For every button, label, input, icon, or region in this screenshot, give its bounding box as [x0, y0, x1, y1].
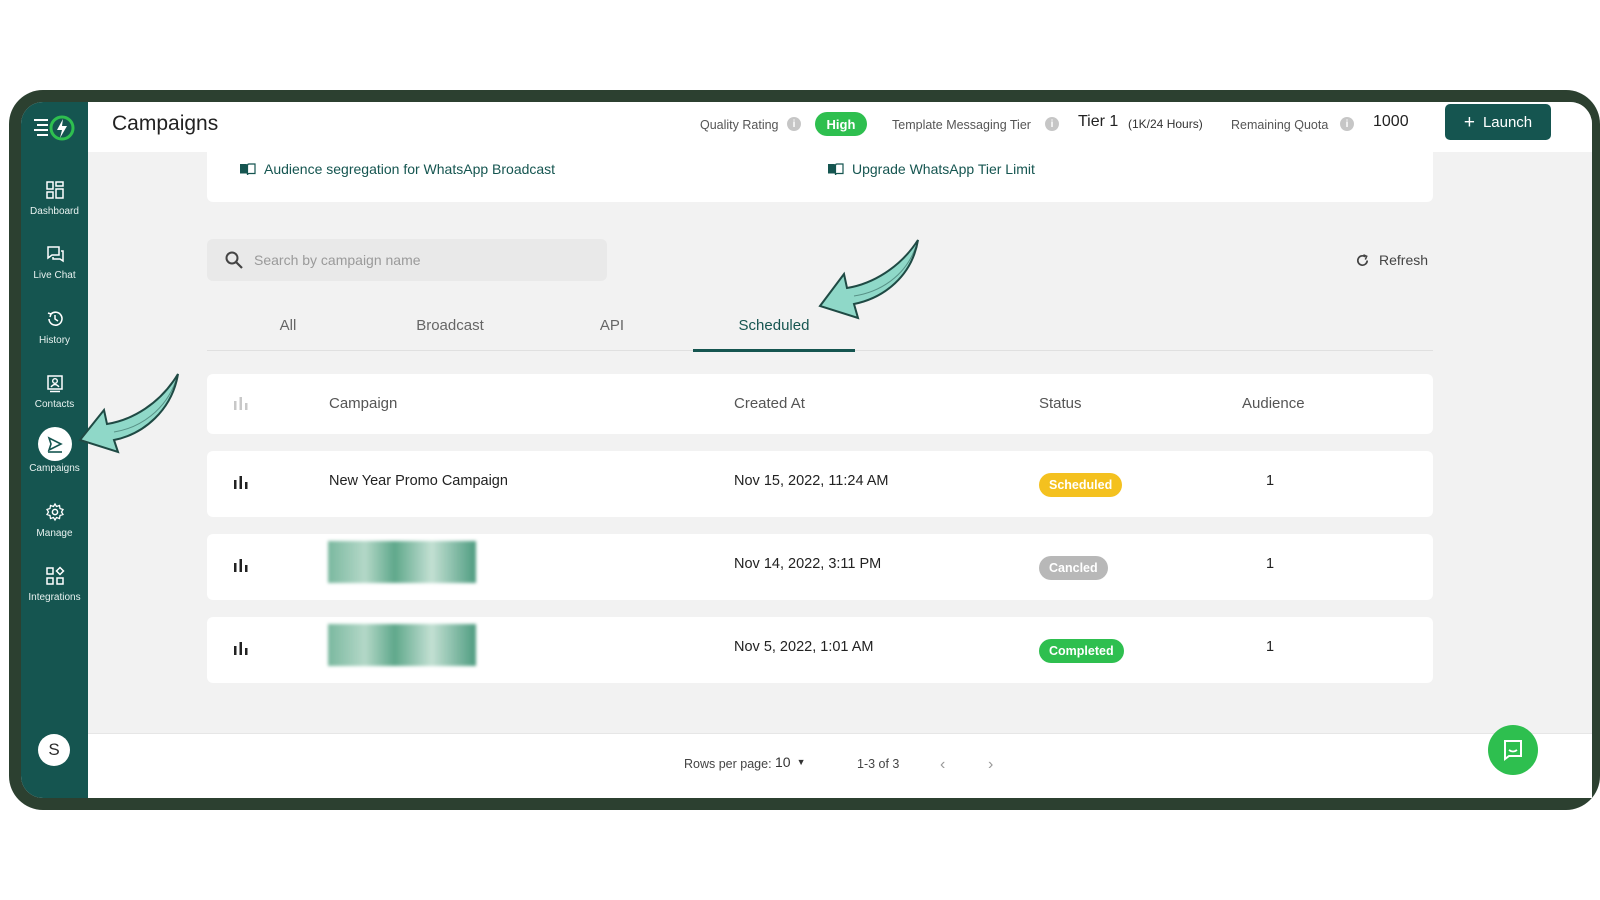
resource-link-label: Upgrade WhatsApp Tier Limit — [852, 161, 1035, 177]
remaining-quota-value: 1000 — [1373, 113, 1409, 130]
annotation-arrow-icon — [818, 239, 919, 320]
stats-icon[interactable] — [233, 641, 249, 655]
device-frame: Dashboard Live Chat History Contacts Cam… — [9, 90, 1600, 810]
created-at: Nov 5, 2022, 1:01 AM — [734, 639, 874, 655]
status-badge: Cancled — [1039, 556, 1108, 580]
chevron-right-icon[interactable]: › — [988, 756, 993, 774]
created-at: Nov 14, 2022, 3:11 PM — [734, 556, 882, 572]
column-header-audience: Audience — [1242, 395, 1305, 412]
blurred-campaign-name — [328, 624, 476, 666]
table-row[interactable]: Nov 5, 2022, 1:01 AM Completed 1 — [207, 617, 1433, 683]
gear-icon — [45, 502, 64, 522]
page-title: Campaigns — [112, 112, 219, 135]
sidebar-item-label: History — [38, 335, 71, 346]
sidebar-item-label: Campaigns — [29, 463, 80, 474]
sidebar-item-live-chat[interactable]: Live Chat — [21, 236, 88, 294]
chat-bubble-icon — [1504, 740, 1522, 761]
avatar[interactable]: S — [38, 734, 70, 766]
quality-rating-label: Quality Rating — [700, 118, 779, 132]
sidebar-item-label: Dashboard — [30, 206, 79, 217]
tab-all[interactable]: All — [207, 307, 369, 351]
book-icon — [828, 163, 844, 176]
stats-icon[interactable] — [233, 475, 249, 489]
tier-label: Template Messaging Tier — [892, 118, 1031, 132]
sidebar-item-label: Integrations — [28, 592, 81, 603]
chevron-left-icon[interactable]: ‹ — [940, 756, 945, 774]
search-input[interactable] — [254, 252, 574, 268]
annotation-arrow-icon — [78, 373, 179, 454]
tier-limit: (1K/24 Hours) — [1128, 117, 1203, 131]
refresh-icon — [1356, 253, 1369, 266]
resources-card: Audience segregation for WhatsApp Broadc… — [207, 152, 1433, 202]
history-icon — [47, 311, 63, 326]
rows-per-page-value: 10 — [775, 754, 791, 770]
column-header-created-at: Created At — [734, 395, 805, 412]
info-icon[interactable]: i — [1045, 117, 1059, 131]
campaign-icon — [47, 436, 63, 453]
contacts-icon — [46, 375, 63, 393]
app-window: Dashboard Live Chat History Contacts Cam… — [21, 102, 1592, 798]
resource-link-upgrade-tier[interactable]: Upgrade WhatsApp Tier Limit — [827, 161, 1035, 177]
sidebar-item-integrations[interactable]: Integrations — [21, 558, 88, 616]
tab-broadcast[interactable]: Broadcast — [369, 307, 531, 351]
sidebar-item-label: Manage — [36, 528, 73, 539]
refresh-label: Refresh — [1379, 252, 1429, 268]
dashboard-icon — [45, 181, 64, 199]
audience-count: 1 — [1266, 556, 1275, 572]
tier-value: Tier 1 — [1078, 113, 1119, 130]
launch-button[interactable]: + Launch — [1445, 104, 1551, 140]
search-box — [207, 239, 607, 281]
column-header-status: Status — [1039, 395, 1082, 412]
pagination-range: 1-3 of 3 — [857, 757, 900, 771]
logo-icon — [34, 115, 75, 141]
audience-count: 1 — [1266, 473, 1275, 489]
plus-icon: + — [1463, 111, 1475, 133]
quality-rating-badge: High — [815, 112, 867, 136]
top-header: Campaigns Quality Rating i High Template… — [88, 102, 1592, 152]
pagination-bar: Rows per page: 10 ▼ 1-3 of 3 ‹ › — [88, 733, 1592, 798]
sidebar-item-manage[interactable]: Manage — [21, 494, 88, 552]
status-badge: Scheduled — [1039, 473, 1123, 497]
tab-api[interactable]: API — [531, 307, 693, 351]
remaining-quota-label: Remaining Quota — [1231, 118, 1329, 132]
sidebar-item-dashboard[interactable]: Dashboard — [21, 172, 88, 230]
table-header: Campaign Created At Status Audience — [207, 374, 1433, 434]
info-icon[interactable]: i — [1340, 117, 1354, 131]
created-at: Nov 15, 2022, 11:24 AM — [734, 473, 889, 489]
column-header-campaign: Campaign — [329, 395, 398, 412]
active-indicator — [37, 427, 72, 461]
status-badge: Completed — [1039, 639, 1124, 663]
sidebar-item-history[interactable]: History — [21, 301, 88, 359]
stats-icon — [234, 397, 248, 410]
chat-widget-button[interactable] — [1488, 725, 1538, 775]
book-icon — [240, 163, 256, 176]
audience-count: 1 — [1266, 639, 1275, 655]
chat-icon — [46, 246, 64, 263]
stats-icon[interactable] — [233, 558, 249, 572]
integrations-icon — [45, 566, 65, 585]
blurred-campaign-name — [328, 541, 476, 583]
rows-per-page-select[interactable]: 10 ▼ — [775, 754, 806, 770]
launch-button-label: Launch — [1482, 113, 1533, 131]
rows-per-page-label: Rows per page: — [684, 757, 772, 771]
resource-link-label: Audience segregation for WhatsApp Broadc… — [264, 161, 556, 177]
resource-link-audience[interactable]: Audience segregation for WhatsApp Broadc… — [239, 161, 555, 177]
caret-down-icon: ▼ — [796, 757, 806, 767]
campaign-name[interactable]: New Year Promo Campaign — [329, 473, 508, 489]
info-icon[interactable]: i — [787, 117, 801, 131]
table-row[interactable]: Nov 14, 2022, 3:11 PM Cancled 1 — [207, 534, 1433, 600]
search-icon — [225, 251, 243, 269]
refresh-button[interactable]: Refresh — [1355, 252, 1428, 268]
table-row[interactable]: New Year Promo Campaign Nov 15, 2022, 11… — [207, 451, 1433, 517]
sidebar-item-label: Contacts — [34, 399, 75, 410]
sidebar-item-label: Live Chat — [33, 270, 76, 281]
